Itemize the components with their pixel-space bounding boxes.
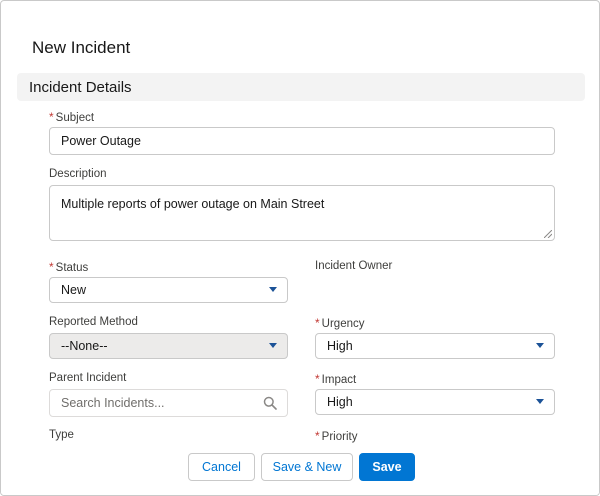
reported-method-label: Reported Method (49, 316, 138, 328)
section-header-incident-details[interactable]: Incident Details (17, 73, 585, 101)
modal-footer: Cancel Save & New Save (1, 447, 599, 495)
section-title: Incident Details (29, 79, 132, 96)
chevron-down-icon (269, 287, 277, 292)
required-marker: * (49, 260, 54, 274)
type-label: Type (49, 429, 74, 441)
required-marker: * (49, 110, 54, 124)
urgency-select[interactable]: High (315, 333, 555, 359)
priority-label: * Priority (315, 429, 358, 443)
cancel-button[interactable]: Cancel (188, 453, 255, 481)
chevron-down-icon (536, 399, 544, 404)
modal-title: New Incident (32, 38, 131, 57)
reported-method-select[interactable]: --None-- (49, 333, 288, 359)
description-textarea[interactable]: Multiple reports of power outage on Main… (49, 185, 555, 241)
save-and-new-button[interactable]: Save & New (261, 453, 353, 481)
status-label: * Status (49, 260, 89, 274)
impact-select[interactable]: High (315, 389, 555, 415)
impact-label: * Impact (315, 372, 357, 386)
subject-label: * Subject (49, 110, 95, 124)
chevron-down-icon (269, 343, 277, 348)
chevron-down-icon (536, 343, 544, 348)
resize-handle-icon[interactable] (544, 230, 552, 238)
subject-input[interactable]: Power Outage (49, 127, 555, 155)
required-marker: * (315, 372, 320, 386)
description-label: Description (49, 168, 107, 180)
status-select[interactable]: New (49, 277, 288, 303)
incident-owner-label: Incident Owner (315, 260, 393, 272)
parent-incident-label: Parent Incident (49, 372, 127, 384)
new-incident-modal: New Incident Incident Details * Subject P… (0, 0, 600, 496)
required-marker: * (315, 429, 320, 443)
urgency-label: * Urgency (315, 316, 365, 330)
save-button[interactable]: Save (359, 453, 415, 481)
required-marker: * (315, 316, 320, 330)
search-icon (263, 396, 277, 410)
parent-incident-search-input[interactable]: Search Incidents... (49, 389, 288, 417)
